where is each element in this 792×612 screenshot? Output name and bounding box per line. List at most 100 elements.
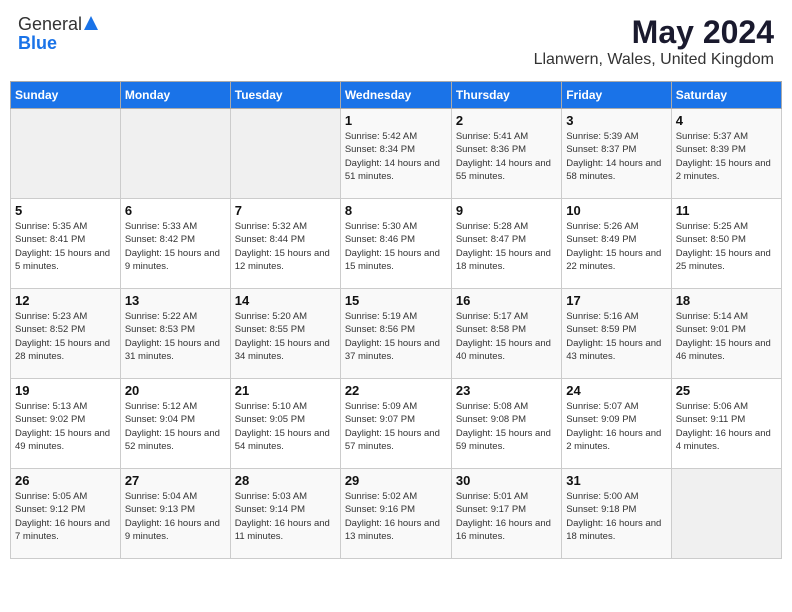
- day-number: 4: [676, 113, 777, 128]
- day-cell: 9 Sunrise: 5:28 AMSunset: 8:47 PMDaylight…: [451, 199, 561, 289]
- logo-text: General: [18, 14, 98, 35]
- day-info: Sunrise: 5:02 AMSunset: 9:16 PMDaylight:…: [345, 490, 447, 543]
- day-cell: 28 Sunrise: 5:03 AMSunset: 9:14 PMDayligh…: [230, 469, 340, 559]
- week-row-2: 5 Sunrise: 5:35 AMSunset: 8:41 PMDaylight…: [11, 199, 782, 289]
- day-cell: [11, 109, 121, 199]
- day-cell: 11 Sunrise: 5:25 AMSunset: 8:50 PMDayligh…: [671, 199, 781, 289]
- day-cell: 7Sunrise: 5:32 AMSunset: 8:44 PMDaylight…: [230, 199, 340, 289]
- day-info: Sunrise: 5:09 AMSunset: 9:07 PMDaylight:…: [345, 400, 447, 453]
- day-number: 22: [345, 383, 447, 398]
- header-cell-tuesday: Tuesday: [230, 82, 340, 109]
- day-cell: 19Sunrise: 5:13 AMSunset: 9:02 PMDayligh…: [11, 379, 121, 469]
- day-cell: 27 Sunrise: 5:04 AMSunset: 9:13 PMDayligh…: [120, 469, 230, 559]
- day-info: Sunrise: 5:03 AMSunset: 9:14 PMDaylight:…: [235, 490, 336, 543]
- day-info: Sunrise: 5:30 AMSunset: 8:46 PMDaylight:…: [345, 220, 447, 273]
- day-info: Sunrise: 5:12 AMSunset: 9:04 PMDaylight:…: [125, 400, 226, 453]
- day-number: 14: [235, 293, 336, 308]
- day-cell: 14 Sunrise: 5:20 AMSunset: 8:55 PMDayligh…: [230, 289, 340, 379]
- day-number: 21: [235, 383, 336, 398]
- day-number: 15: [345, 293, 447, 308]
- day-cell: 26 Sunrise: 5:05 AMSunset: 9:12 PMDayligh…: [11, 469, 121, 559]
- day-info: Sunrise: 5:05 AMSunset: 9:12 PMDaylight:…: [15, 490, 116, 543]
- day-cell: [671, 469, 781, 559]
- day-cell: 30 Sunrise: 5:01 AMSunset: 9:17 PMDayligh…: [451, 469, 561, 559]
- day-info: Sunrise: 5:42 AMSunset: 8:34 PMDaylight:…: [345, 130, 447, 183]
- day-number: 1: [345, 113, 447, 128]
- week-row-4: 19Sunrise: 5:13 AMSunset: 9:02 PMDayligh…: [11, 379, 782, 469]
- day-cell: 22 Sunrise: 5:09 AMSunset: 9:07 PMDayligh…: [340, 379, 451, 469]
- day-cell: 10 Sunrise: 5:26 AMSunset: 8:49 PMDayligh…: [562, 199, 671, 289]
- day-info: Sunrise: 5:07 AMSunset: 9:09 PMDaylight:…: [566, 400, 666, 453]
- day-info: Sunrise: 5:20 AMSunset: 8:55 PMDaylight:…: [235, 310, 336, 363]
- day-number: 12: [15, 293, 116, 308]
- header-cell-saturday: Saturday: [671, 82, 781, 109]
- day-number: 3: [566, 113, 666, 128]
- day-number: 2: [456, 113, 557, 128]
- calendar-table: SundayMondayTuesdayWednesdayThursdayFrid…: [10, 81, 782, 559]
- day-info: Sunrise: 5:25 AMSunset: 8:50 PMDaylight:…: [676, 220, 777, 273]
- day-number: 30: [456, 473, 557, 488]
- day-number: 19: [15, 383, 116, 398]
- day-info: Sunrise: 5:22 AMSunset: 8:53 PMDaylight:…: [125, 310, 226, 363]
- day-cell: [230, 109, 340, 199]
- day-info: Sunrise: 5:35 AMSunset: 8:41 PMDaylight:…: [15, 220, 116, 273]
- day-number: 10: [566, 203, 666, 218]
- day-cell: 31Sunrise: 5:00 AMSunset: 9:18 PMDayligh…: [562, 469, 671, 559]
- day-cell: 13 Sunrise: 5:22 AMSunset: 8:53 PMDayligh…: [120, 289, 230, 379]
- week-row-1: 1 Sunrise: 5:42 AMSunset: 8:34 PMDaylight…: [11, 109, 782, 199]
- day-number: 6: [125, 203, 226, 218]
- day-info: Sunrise: 5:37 AMSunset: 8:39 PMDaylight:…: [676, 130, 777, 183]
- logo-general: General: [18, 14, 82, 35]
- day-number: 25: [676, 383, 777, 398]
- day-cell: 2Sunrise: 5:41 AMSunset: 8:36 PMDaylight…: [451, 109, 561, 199]
- day-cell: 29 Sunrise: 5:02 AMSunset: 9:16 PMDayligh…: [340, 469, 451, 559]
- day-info: Sunrise: 5:26 AMSunset: 8:49 PMDaylight:…: [566, 220, 666, 273]
- day-number: 29: [345, 473, 447, 488]
- day-cell: [120, 109, 230, 199]
- day-number: 5: [15, 203, 116, 218]
- day-number: 26: [15, 473, 116, 488]
- header-cell-wednesday: Wednesday: [340, 82, 451, 109]
- calendar-body: 1 Sunrise: 5:42 AMSunset: 8:34 PMDaylight…: [11, 109, 782, 559]
- day-number: 9: [456, 203, 557, 218]
- day-cell: 12 Sunrise: 5:23 AMSunset: 8:52 PMDayligh…: [11, 289, 121, 379]
- day-cell: 24 Sunrise: 5:07 AMSunset: 9:09 PMDayligh…: [562, 379, 671, 469]
- day-number: 18: [676, 293, 777, 308]
- day-number: 16: [456, 293, 557, 308]
- day-cell: 6Sunrise: 5:33 AMSunset: 8:42 PMDaylight…: [120, 199, 230, 289]
- day-info: Sunrise: 5:04 AMSunset: 9:13 PMDaylight:…: [125, 490, 226, 543]
- week-row-3: 12 Sunrise: 5:23 AMSunset: 8:52 PMDayligh…: [11, 289, 782, 379]
- day-number: 13: [125, 293, 226, 308]
- day-info: Sunrise: 5:01 AMSunset: 9:17 PMDaylight:…: [456, 490, 557, 543]
- month-title: May 2024: [534, 14, 774, 51]
- day-info: Sunrise: 5:06 AMSunset: 9:11 PMDaylight:…: [676, 400, 777, 453]
- day-cell: 21Sunrise: 5:10 AMSunset: 9:05 PMDayligh…: [230, 379, 340, 469]
- day-number: 17: [566, 293, 666, 308]
- day-number: 11: [676, 203, 777, 218]
- title-block: May 2024 Llanwern, Wales, United Kingdom: [534, 14, 774, 69]
- day-info: Sunrise: 5:17 AMSunset: 8:58 PMDaylight:…: [456, 310, 557, 363]
- day-cell: 15 Sunrise: 5:19 AMSunset: 8:56 PMDayligh…: [340, 289, 451, 379]
- day-info: Sunrise: 5:32 AMSunset: 8:44 PMDaylight:…: [235, 220, 336, 273]
- day-cell: 3Sunrise: 5:39 AMSunset: 8:37 PMDaylight…: [562, 109, 671, 199]
- day-number: 27: [125, 473, 226, 488]
- location-title: Llanwern, Wales, United Kingdom: [534, 51, 774, 69]
- day-cell: 23Sunrise: 5:08 AMSunset: 9:08 PMDayligh…: [451, 379, 561, 469]
- day-number: 20: [125, 383, 226, 398]
- day-number: 24: [566, 383, 666, 398]
- day-number: 28: [235, 473, 336, 488]
- day-cell: 5 Sunrise: 5:35 AMSunset: 8:41 PMDaylight…: [11, 199, 121, 289]
- calendar-header: SundayMondayTuesdayWednesdayThursdayFrid…: [11, 82, 782, 109]
- day-info: Sunrise: 5:28 AMSunset: 8:47 PMDaylight:…: [456, 220, 557, 273]
- day-cell: 17 Sunrise: 5:16 AMSunset: 8:59 PMDayligh…: [562, 289, 671, 379]
- day-info: Sunrise: 5:16 AMSunset: 8:59 PMDaylight:…: [566, 310, 666, 363]
- logo: General Blue: [18, 14, 98, 54]
- header-cell-sunday: Sunday: [11, 82, 121, 109]
- day-info: Sunrise: 5:19 AMSunset: 8:56 PMDaylight:…: [345, 310, 447, 363]
- day-info: Sunrise: 5:23 AMSunset: 8:52 PMDaylight:…: [15, 310, 116, 363]
- week-row-5: 26 Sunrise: 5:05 AMSunset: 9:12 PMDayligh…: [11, 469, 782, 559]
- day-cell: 1 Sunrise: 5:42 AMSunset: 8:34 PMDaylight…: [340, 109, 451, 199]
- header-cell-monday: Monday: [120, 82, 230, 109]
- day-cell: 8Sunrise: 5:30 AMSunset: 8:46 PMDaylight…: [340, 199, 451, 289]
- header-row: SundayMondayTuesdayWednesdayThursdayFrid…: [11, 82, 782, 109]
